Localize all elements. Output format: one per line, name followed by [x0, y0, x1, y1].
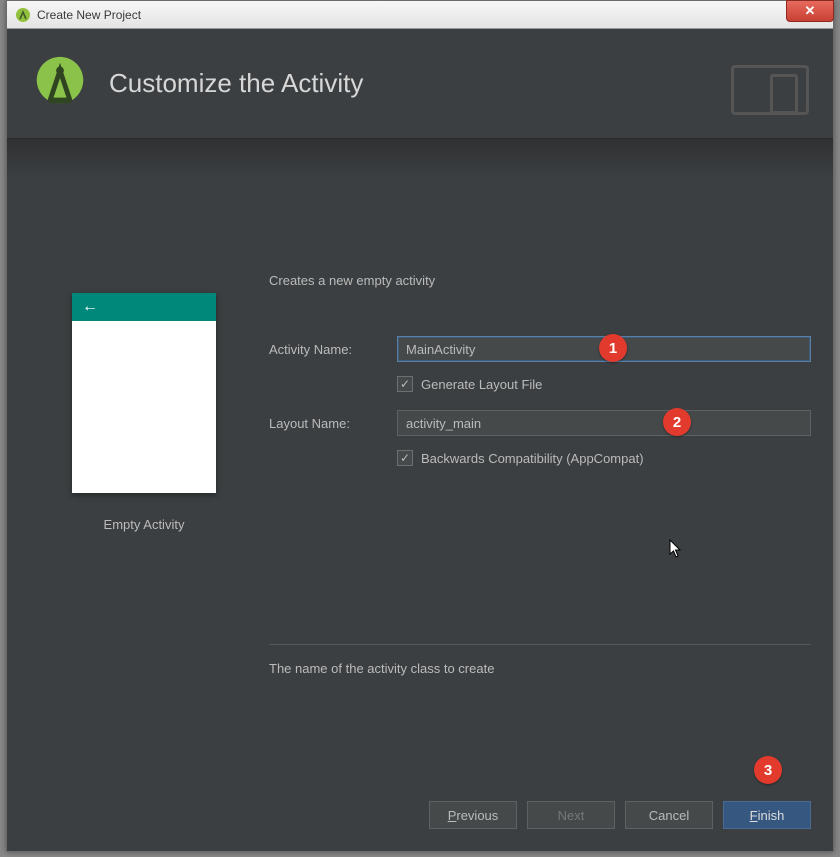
previous-button[interactable]: Previous — [429, 801, 517, 829]
layout-name-input[interactable] — [397, 410, 811, 436]
generate-layout-checkbox[interactable]: ✓ — [397, 376, 413, 392]
button-label: Previous — [448, 808, 499, 823]
backwards-compat-checkbox[interactable]: ✓ — [397, 450, 413, 466]
checkmark-icon: ✓ — [400, 452, 410, 464]
window-title: Create New Project — [37, 8, 141, 22]
page-title: Customize the Activity — [109, 68, 363, 99]
button-label: Finish — [750, 808, 785, 823]
close-icon: ✕ — [805, 3, 816, 19]
layout-name-label: Layout Name: — [269, 416, 397, 431]
back-arrow-icon: ← — [82, 298, 98, 316]
form-factor-icon — [731, 65, 809, 115]
checkmark-icon: ✓ — [400, 378, 410, 390]
button-label: Next — [558, 808, 585, 823]
header-shadow — [7, 139, 833, 239]
phone-preview: ← — [72, 293, 216, 493]
backwards-compat-label: Backwards Compatibility (AppCompat) — [421, 451, 644, 466]
wizard-footer: Previous Next Cancel Finish 3 — [7, 785, 833, 851]
annotation-badge-3: 3 — [754, 756, 782, 784]
next-button[interactable]: Next — [527, 801, 615, 829]
form-panel: Creates a new empty activity Activity Na… — [259, 239, 811, 716]
annotation-badge-1: 1 — [599, 334, 627, 362]
mouse-cursor-icon — [669, 539, 683, 559]
android-studio-logo-icon — [29, 53, 91, 115]
finish-button[interactable]: Finish 3 — [723, 801, 811, 829]
android-studio-icon — [15, 7, 31, 23]
titlebar[interactable]: Create New Project ✕ — [7, 1, 833, 29]
generate-layout-row[interactable]: ✓ Generate Layout File — [397, 376, 811, 392]
template-name-label: Empty Activity — [29, 517, 259, 532]
annotation-badge-2: 2 — [663, 408, 691, 436]
help-divider — [269, 644, 811, 645]
preview-appbar: ← — [72, 293, 216, 321]
generate-layout-label: Generate Layout File — [421, 377, 542, 392]
button-label: Cancel — [649, 808, 689, 823]
window-close-button[interactable]: ✕ — [786, 0, 834, 22]
dialog-window: Create New Project ✕ Customize the Activ… — [6, 0, 834, 852]
form-description: Creates a new empty activity — [269, 273, 811, 288]
layout-name-row: Layout Name: 2 — [269, 410, 811, 436]
backwards-compat-row[interactable]: ✓ Backwards Compatibility (AppCompat) — [397, 450, 811, 466]
help-text: The name of the activity class to create — [269, 661, 811, 676]
content-area: ← Empty Activity Creates a new empty act… — [7, 239, 833, 716]
activity-name-row: Activity Name: 1 — [269, 336, 811, 362]
activity-name-label: Activity Name: — [269, 342, 397, 357]
template-preview-panel: ← Empty Activity — [29, 239, 259, 716]
wizard-header: Customize the Activity — [7, 29, 833, 139]
cancel-button[interactable]: Cancel — [625, 801, 713, 829]
